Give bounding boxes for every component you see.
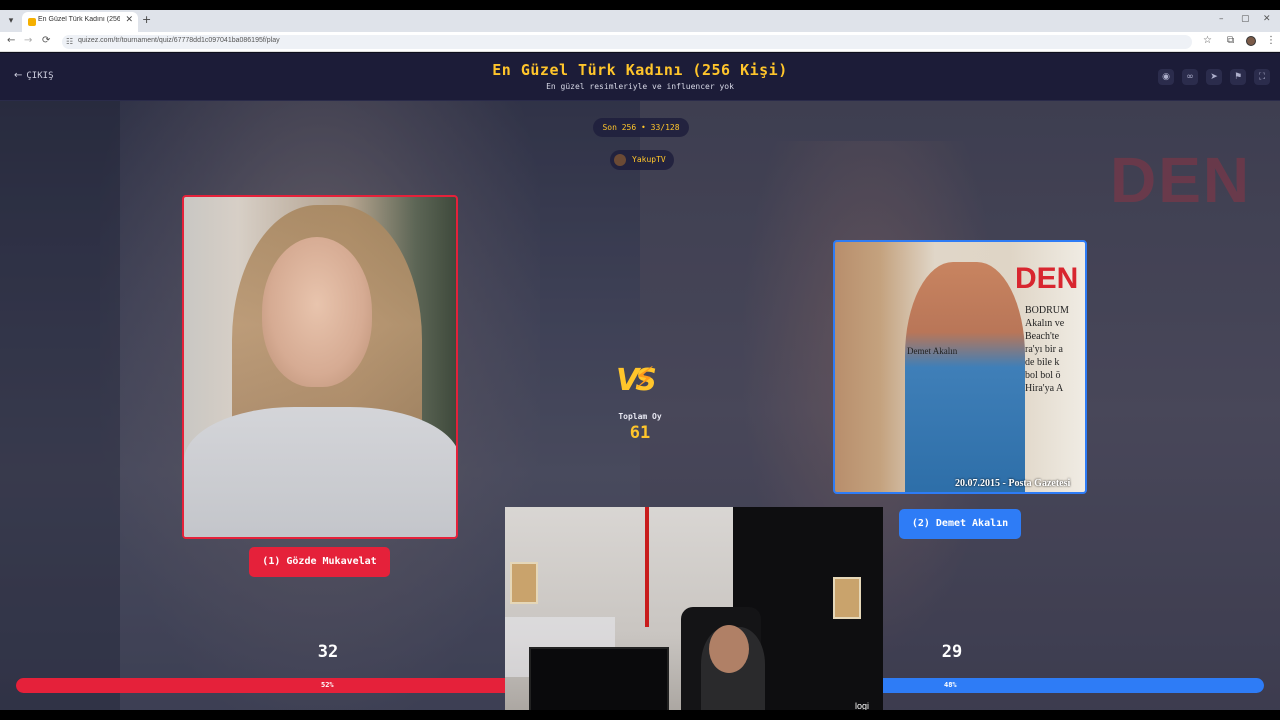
reload-icon[interactable]: ⟳	[42, 35, 50, 46]
photo-caption: 20.07.2015 - Posta Gazetesi	[955, 478, 1071, 489]
photo-newspaper-text: BODRUM Akalın ve Beach'te ra'yı bir a de…	[1025, 305, 1069, 394]
streamer-badge: YakupTV	[610, 150, 674, 170]
right-vote-percent: 48%	[944, 681, 957, 689]
minimize-icon[interactable]: –	[1219, 14, 1224, 24]
close-tab-icon[interactable]: ✕	[125, 15, 133, 25]
browser-tab[interactable]: En Güzel Türk Kadını (256 Kişi) ✕	[22, 12, 138, 32]
profile-avatar[interactable]	[1246, 36, 1256, 46]
site-info-icon[interactable]: ☷	[66, 37, 73, 46]
fullscreen-icon[interactable]: ⛶	[1254, 69, 1270, 85]
quiz-subtitle: En güzel resimleriyle ve influencer yok	[546, 82, 734, 91]
streamer-name: YakupTV	[632, 155, 666, 164]
webcam-red-cable	[645, 507, 649, 627]
bottom-border	[0, 710, 1280, 720]
vote-left-button[interactable]: (1) Gözde Mukavelat	[249, 547, 390, 577]
photo-newspaper-heading: DEN	[1015, 262, 1079, 295]
extensions-icon[interactable]: ⧉	[1227, 35, 1234, 46]
webcam-overlay: logi	[505, 507, 883, 720]
total-votes-value: 61	[629, 423, 651, 443]
link-icon[interactable]: ∞	[1182, 69, 1198, 85]
quiz-header: ← ÇIKIŞ En Güzel Türk Kadını (256 Kişi) E…	[0, 53, 1280, 101]
right-vote-count: 29	[941, 642, 963, 662]
webcam-poster-left	[510, 562, 538, 604]
tab-list-chevron-icon[interactable]: ▾	[4, 14, 18, 28]
quiz-title: En Güzel Türk Kadını (256 Kişi)	[492, 61, 788, 79]
vote-right-button[interactable]: (2) Demet Akalın	[899, 509, 1021, 539]
photo-sweater	[184, 407, 456, 537]
streamer-avatar	[614, 154, 626, 166]
address-bar-row: ← → ⟳ ☷ quizez.com/tr/tournament/quiz/67…	[0, 32, 1280, 52]
left-vote-count: 32	[317, 642, 339, 662]
webcam-poster-right	[833, 577, 861, 619]
lightning-icon: ⚡	[634, 361, 656, 396]
webcam-person-head	[709, 625, 749, 673]
url-text: quizez.com/tr/tournament/quiz/67778dd1c0…	[78, 37, 280, 44]
forward-icon[interactable]: →	[24, 35, 32, 46]
photo-name-label: Demet Akalın	[907, 346, 958, 356]
close-window-icon[interactable]: ✕	[1263, 14, 1271, 24]
send-icon[interactable]: ➤	[1206, 69, 1222, 85]
photo-figure	[905, 262, 1025, 492]
back-icon[interactable]: ←	[7, 35, 15, 46]
contestant-left-photo[interactable]	[182, 195, 458, 539]
maximize-icon[interactable]: ▢	[1241, 14, 1250, 24]
browser-tab-bar: ▾ En Güzel Türk Kadını (256 Kişi) ✕ + – …	[0, 10, 1280, 32]
screen: ▾ En Güzel Türk Kadını (256 Kişi) ✕ + – …	[0, 0, 1280, 720]
favicon-icon	[28, 18, 36, 26]
contestant-right-photo[interactable]: DEN BODRUM Akalın ve Beach'te ra'yı bir …	[833, 240, 1087, 494]
browser-tab-title: En Güzel Türk Kadını (256 Kişi)	[38, 16, 120, 23]
bookmark-star-icon[interactable]: ☆	[1203, 35, 1212, 46]
url-field[interactable]: ☷ quizez.com/tr/tournament/quiz/67778dd1…	[62, 35, 1192, 49]
round-badge: Son 256 • 33/128	[593, 118, 689, 137]
total-votes-label: Toplam Oy	[618, 412, 662, 421]
new-tab-button[interactable]: +	[142, 13, 151, 26]
vs-logo: VS ⚡	[614, 361, 664, 401]
top-border	[0, 0, 1280, 10]
flag-icon[interactable]: ⚑	[1230, 69, 1246, 85]
left-vote-percent: 52%	[321, 681, 334, 689]
photo-face	[262, 237, 372, 387]
browser-menu-icon[interactable]: ⋮	[1266, 35, 1276, 46]
eye-icon[interactable]: ◉	[1158, 69, 1174, 85]
